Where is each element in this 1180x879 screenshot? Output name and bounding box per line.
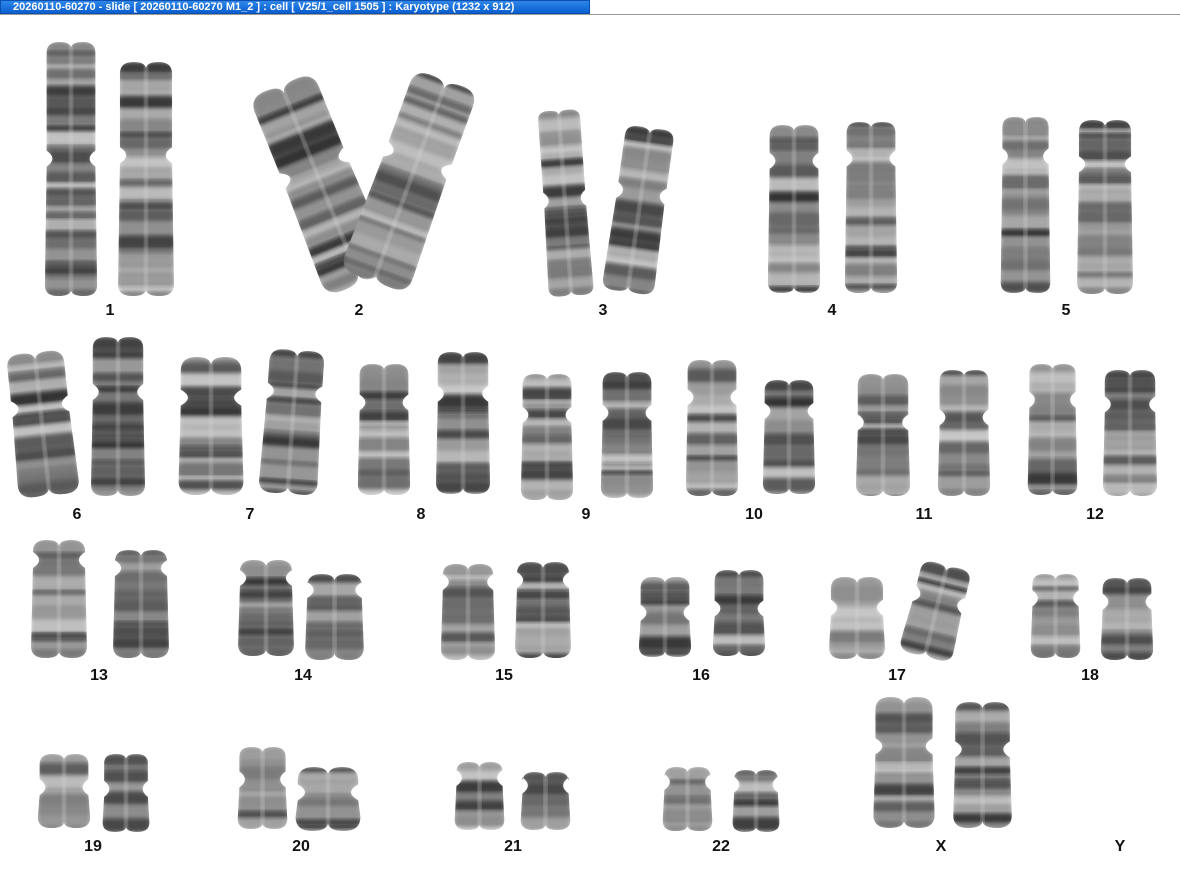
chromosome-9b (600, 372, 654, 498)
chromosome-label-x: X (935, 838, 947, 855)
chromosome-20a (237, 747, 288, 829)
chromosome-11b (937, 370, 991, 496)
chromosome-7a (178, 357, 244, 495)
chromosome-18a (1030, 574, 1081, 658)
chromosome-label-16: 16 (692, 667, 710, 684)
chromosome-16a (638, 577, 692, 657)
chromosome-label-12: 12 (1086, 506, 1104, 523)
chromosome-13b (113, 550, 169, 658)
chromosome-13a (31, 540, 87, 658)
chromosome-17a (829, 577, 885, 659)
chromosome-21b (520, 772, 571, 830)
chromosome-label-15: 15 (495, 667, 513, 684)
chromosome-label-y: Y (1114, 838, 1126, 855)
chromosome-11a (856, 374, 910, 496)
chromosome-7b (258, 348, 327, 496)
chromosome-19b (102, 754, 150, 832)
chromosome-10b (762, 380, 816, 494)
chromosome-12a (1027, 364, 1078, 495)
chromosome-label-11: 11 (915, 506, 933, 523)
chromosome-label-14: 14 (294, 667, 312, 684)
chromosome-1a (44, 42, 98, 296)
chromosome-label-10: 10 (745, 506, 763, 523)
chromosome-label-20: 20 (292, 838, 310, 855)
chromosome-label-4: 4 (827, 302, 837, 319)
window-title: 20260110-60270 - slide [ 20260110-60270 … (0, 0, 590, 14)
chromosome-label-6: 6 (72, 506, 82, 523)
chromosome-label-18: 18 (1081, 667, 1099, 684)
chromosome-label-22: 22 (712, 838, 730, 855)
chromosome-xb (953, 702, 1012, 828)
chromosome-18b (1100, 578, 1154, 660)
chromosome-8b (436, 352, 490, 494)
chromosome-14a (238, 560, 294, 656)
chromosome-15a (441, 564, 495, 660)
chromosome-19a (37, 754, 91, 828)
chromosome-9a (520, 374, 574, 500)
chromosome-17b (898, 558, 974, 664)
chromosome-label-8: 8 (416, 506, 426, 523)
chromosome-14b (305, 574, 364, 660)
chromosome-6a (4, 349, 80, 499)
chromosome-6b (91, 337, 145, 496)
chromosome-20b (295, 767, 361, 831)
chromosome-16b (712, 570, 766, 656)
chromosome-label-3: 3 (598, 302, 608, 319)
chromosome-5a (1000, 117, 1051, 293)
chromosome-label-5: 5 (1061, 302, 1071, 319)
chromosome-label-19: 19 (84, 838, 102, 855)
chromosome-label-1: 1 (105, 302, 115, 319)
chromosome-3b (601, 124, 677, 296)
chromosome-label-2: 2 (354, 302, 364, 319)
chromosome-10a (685, 360, 739, 496)
chromosome-22b (732, 770, 780, 832)
chromosome-label-21: 21 (504, 838, 522, 855)
chromosome-5b (1077, 120, 1133, 294)
chromosome-8a (357, 364, 411, 495)
chromosome-xa (873, 697, 935, 828)
chromosome-label-9: 9 (581, 506, 591, 523)
chromosome-label-7: 7 (245, 506, 255, 523)
chromosome-1b (118, 62, 174, 296)
chromosome-4a (767, 125, 821, 293)
chromosome-label-13: 13 (90, 667, 108, 684)
chromosome-21a (454, 762, 505, 830)
title-divider (0, 14, 1180, 15)
chromosome-12b (1103, 370, 1157, 496)
chromosome-3a (536, 108, 594, 298)
chromosome-22a (662, 767, 713, 831)
chromosome-4b (844, 122, 898, 293)
chromosome-15b (515, 562, 571, 658)
chromosome-label-17: 17 (888, 667, 906, 684)
